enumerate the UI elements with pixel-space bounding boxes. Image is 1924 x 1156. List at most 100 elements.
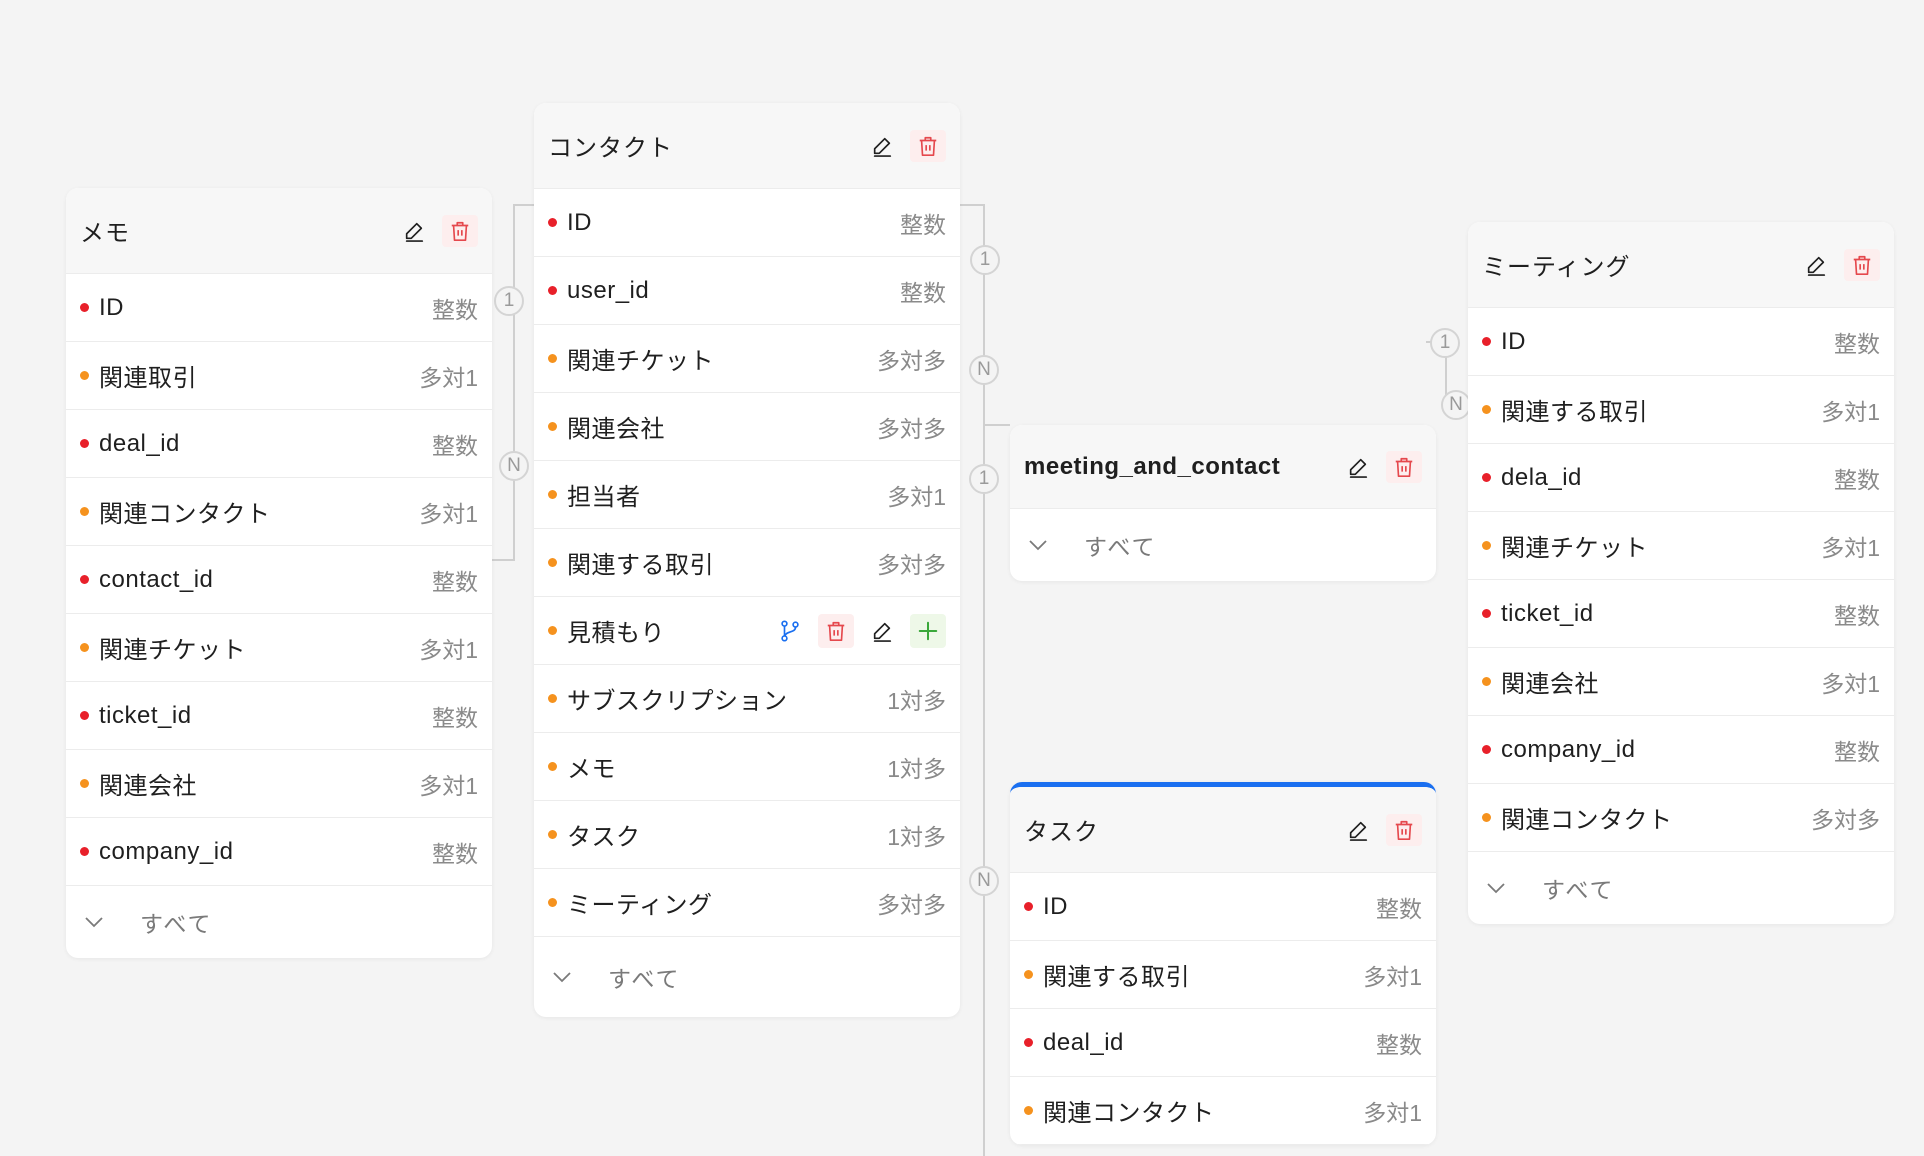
branch-icon: [779, 619, 801, 643]
field-row[interactable]: ID 整数: [66, 274, 492, 342]
show-all-toggle[interactable]: すべて: [66, 886, 492, 958]
show-all-toggle[interactable]: すべて: [1010, 509, 1436, 581]
field-row[interactable]: ID 整数: [1468, 308, 1894, 376]
field-row[interactable]: company_id 整数: [66, 818, 492, 886]
field-type: 整数: [900, 279, 946, 306]
field-row[interactable]: dela_id 整数: [1468, 444, 1894, 512]
field-type: 多対1: [1363, 1099, 1422, 1126]
edit-table-button[interactable]: [1340, 814, 1376, 846]
field-row[interactable]: contact_id 整数: [66, 546, 492, 614]
field-row[interactable]: ticket_id 整数: [66, 682, 492, 750]
field-type: 整数: [432, 432, 478, 459]
edit-table-button[interactable]: [1340, 451, 1376, 483]
field-name: 関連会社: [99, 773, 197, 800]
field-row[interactable]: deal_id 整数: [1010, 1009, 1436, 1077]
field-type: 整数: [1834, 602, 1880, 629]
add-field-button[interactable]: [910, 613, 946, 648]
relation-field-dot: [1482, 541, 1491, 550]
show-all-toggle[interactable]: すべて: [534, 937, 960, 1017]
key-field-dot: [1482, 609, 1491, 618]
trash-icon: [825, 620, 847, 642]
show-all-toggle[interactable]: すべて: [1468, 852, 1894, 924]
field-name: 関連会社: [567, 416, 665, 443]
field-row[interactable]: 関連コンタクト 多対1: [1010, 1077, 1436, 1145]
field-list: ID 整数関連する取引 多対1 deal_id 整数 関連コンタクト 多対1: [1010, 873, 1436, 1145]
table-card-meeting-and-contact[interactable]: meeting_and_contact すべて: [1010, 425, 1436, 581]
delete-table-button[interactable]: [1844, 248, 1880, 281]
field-type: 多対1: [419, 500, 478, 527]
field-row[interactable]: ミーティング 多対多: [534, 869, 960, 937]
field-row[interactable]: 関連チケット 多対多: [534, 325, 960, 393]
trash-icon: [917, 135, 939, 157]
table-card-contact[interactable]: コンタクト ID 整数 user_id 整数 関連チケット 多対多 関連会社 多対多 担当者 多対…: [534, 103, 960, 1017]
field-row[interactable]: 関連取引 多対1: [66, 342, 492, 410]
field-type: 多対多: [1811, 806, 1880, 833]
relation-field-dot: [548, 490, 557, 499]
relation-field-dot: [548, 354, 557, 363]
table-card-memo[interactable]: メモ ID 整数 関連取引 多対1 deal_id 整数 関連コンタクト 多対1 contact…: [66, 188, 492, 958]
edit-field-button[interactable]: [864, 614, 900, 648]
table-title: コンタクト: [548, 135, 673, 162]
table-card-task[interactable]: タスク ID 整数関連する取引 多対1 deal_id 整数 関連コンタクト 多対1: [1010, 782, 1436, 1145]
field-type: 整数: [1834, 738, 1880, 765]
field-type: 多対1: [1821, 534, 1880, 561]
field-row[interactable]: タスク 1対多: [534, 801, 960, 869]
field-row[interactable]: ID 整数: [1010, 873, 1436, 941]
field-name: ID: [1043, 892, 1068, 920]
field-row[interactable]: サブスクリプション 1対多: [534, 665, 960, 733]
trash-icon: [1851, 254, 1873, 276]
field-row[interactable]: メモ 1対多: [534, 733, 960, 801]
field-name: タスク: [567, 824, 641, 851]
delete-table-button[interactable]: [910, 129, 946, 162]
delete-table-button[interactable]: [442, 214, 478, 247]
field-type: 多対1: [1363, 963, 1422, 990]
field-row[interactable]: 関連会社 多対1: [66, 750, 492, 818]
field-row[interactable]: ID 整数: [534, 189, 960, 257]
table-card-meeting[interactable]: ミーティング ID 整数 関連する取引 多対1 dela_id 整数 関連チケット 多対1 ti…: [1468, 222, 1894, 924]
cardinality-badge: N: [969, 866, 999, 896]
relation-field-dot: [80, 643, 89, 652]
pencil-icon: [871, 620, 893, 642]
cardinality-badge: 1: [1430, 328, 1460, 358]
field-row[interactable]: 関連チケット 多対1: [1468, 512, 1894, 580]
field-row[interactable]: 関連する取引 多対1: [1010, 941, 1436, 1009]
delete-field-button[interactable]: [818, 613, 854, 648]
field-row[interactable]: user_id 整数: [534, 257, 960, 325]
field-row[interactable]: ticket_id 整数: [1468, 580, 1894, 648]
edit-table-button[interactable]: [396, 215, 432, 247]
relation-field-dot: [80, 779, 89, 788]
field-row[interactable]: 関連コンタクト 多対1: [66, 478, 492, 546]
field-row[interactable]: 関連する取引 多対1: [1468, 376, 1894, 444]
relation-field-dot: [80, 507, 89, 516]
key-field-dot: [80, 847, 89, 856]
edit-table-button[interactable]: [864, 130, 900, 162]
field-name: contact_id: [99, 565, 214, 593]
table-title: タスク: [1024, 819, 1099, 846]
field-row[interactable]: deal_id 整数: [66, 410, 492, 478]
chevron-down-icon: [1028, 539, 1066, 551]
show-all-label: すべて: [608, 966, 681, 992]
field-row[interactable]: 関連コンタクト 多対多: [1468, 784, 1894, 852]
field-row[interactable]: 担当者 多対1: [534, 461, 960, 529]
field-row[interactable]: company_id 整数: [1468, 716, 1894, 784]
field-row[interactable]: 関連会社 多対多: [534, 393, 960, 461]
edit-table-button[interactable]: [1798, 249, 1834, 281]
branch-button[interactable]: [772, 614, 808, 648]
trash-icon: [1393, 819, 1415, 841]
pencil-icon: [1805, 254, 1827, 276]
field-type: 多対1: [419, 772, 478, 799]
field-row[interactable]: 見積もり: [534, 597, 960, 665]
field-name: 関連チケット: [1501, 535, 1648, 562]
field-name: company_id: [1501, 735, 1636, 763]
key-field-dot: [80, 575, 89, 584]
field-row[interactable]: 関連チケット 多対1: [66, 614, 492, 682]
field-name: user_id: [567, 276, 650, 304]
field-type: 整数: [1376, 895, 1422, 922]
field-row[interactable]: 関連会社 多対1: [1468, 648, 1894, 716]
field-type: 多対多: [877, 347, 946, 374]
field-name: 担当者: [567, 484, 641, 511]
field-row[interactable]: 関連する取引 多対多: [534, 529, 960, 597]
delete-table-button[interactable]: [1386, 813, 1422, 846]
delete-table-button[interactable]: [1386, 450, 1422, 483]
field-type: 多対1: [419, 636, 478, 663]
